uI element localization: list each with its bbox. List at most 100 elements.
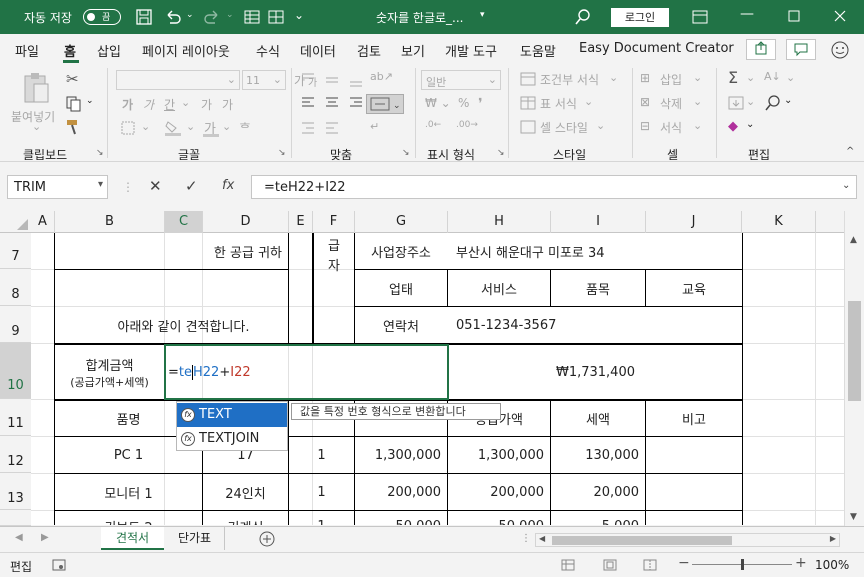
cell-g14[interactable]: 50,000 [355,516,447,526]
row-header-10[interactable]: 10 [0,343,31,399]
cell-g8[interactable]: 업태 [355,270,447,306]
scroll-down-icon[interactable]: ▼ [850,512,857,522]
column-header-b[interactable]: B [55,211,165,233]
cell-b10-total[interactable]: 합계금액 (공급가액+세액) [55,345,164,399]
copy-dropdown-icon[interactable]: ⌄ [86,96,94,106]
cut-icon[interactable]: ✂ [66,70,79,88]
cell-i8[interactable]: 품목 [551,270,645,306]
wrap-text-icon[interactable]: ↵ [370,120,379,133]
delete-cells-dropdown[interactable]: ⌄ [693,95,702,108]
column-header-g[interactable]: G [355,211,448,233]
copy-icon[interactable] [66,96,82,112]
cell-h7[interactable]: 부산시 해운대구 미포로 34 [448,233,742,269]
strikethrough-icon[interactable]: 가 [201,96,212,113]
column-header-e[interactable]: E [289,211,313,233]
qat-customize-icon[interactable]: ⌄ [294,8,304,22]
comments-button[interactable] [786,39,816,60]
horizontal-align-icons[interactable] [300,96,364,112]
font-color-dropdown-icon[interactable]: ⌄ [222,120,231,133]
ribbon-display-icon[interactable] [692,9,708,25]
column-header-f[interactable]: F [313,211,355,233]
superscript-icon[interactable]: 가 [222,96,233,113]
cell-h13[interactable]: 200,000 [448,474,550,510]
minimize-icon[interactable]: — [740,6,754,22]
clear-icon[interactable]: ◆ [728,119,738,134]
paste-icon[interactable] [22,70,52,104]
autocomplete-item-textjoin[interactable]: fx TEXTJOIN [177,427,287,451]
cell-style-label[interactable]: 셀 스타일 [540,119,588,136]
undo-dropdown-icon[interactable]: ⌄ [186,10,194,20]
conditional-format-dropdown[interactable]: ⌄ [609,71,618,84]
cell-h14[interactable]: 50,000 [448,516,550,526]
search-icon[interactable] [575,9,591,25]
tab-file[interactable]: 파일 [15,41,39,60]
tab-home[interactable]: 홈 [64,41,76,60]
autosum-dropdown[interactable]: ⌄ [746,71,755,84]
border-dropdown-icon[interactable]: ⌄ [141,120,150,133]
indent-icons[interactable] [300,120,364,136]
find-select-dropdown[interactable]: ⌄ [784,95,792,106]
row-header-12[interactable]: 12 [0,436,31,473]
row-header-11[interactable]: 11 [0,399,31,436]
format-cells-dropdown[interactable]: ⌄ [693,119,702,132]
share-button[interactable] [746,39,776,60]
undo-icon[interactable] [164,9,182,25]
zoom-out-icon[interactable]: − [678,555,690,571]
cell-h8[interactable]: 서비스 [448,270,550,306]
alignment-launcher-icon[interactable]: ↘ [402,148,410,158]
number-format-box[interactable]: 일반 ⌄ [421,70,501,90]
feedback-smiley-icon[interactable] [830,40,850,60]
sheet-tab-quote[interactable]: 견적서 [101,527,164,550]
orientation-icon[interactable]: ab↗ [370,70,393,83]
column-header-i[interactable]: I [551,211,646,233]
autocomplete-item-text[interactable]: fx TEXT [177,403,287,427]
autosave-toggle[interactable]: 끔 [83,9,121,25]
conditional-format-icon[interactable] [520,72,536,86]
fill-color-dropdown-icon[interactable]: ⌄ [186,120,195,133]
insert-cells-icon[interactable]: ⊞ [640,71,650,85]
merge-center-button[interactable]: ⌄ [366,94,404,114]
cell-b9-message[interactable]: 아래와 같이 견적합니다. [55,307,312,343]
cell-h9[interactable]: 051-1234-3567 [448,307,742,343]
title-dropdown-icon[interactable]: ▾ [480,10,485,20]
sort-filter-dropdown[interactable]: ⌄ [786,71,795,84]
tab-page-layout[interactable]: 페이지 레이아웃 [142,41,230,60]
cell-style-icon[interactable] [520,120,536,134]
format-painter-icon[interactable] [66,119,82,135]
maximize-icon[interactable] [788,10,800,22]
cell-g9[interactable]: 연락처 [355,307,447,343]
column-header-c[interactable]: C [165,211,203,233]
cell-e13[interactable]: 1 [289,474,354,510]
underline-dropdown-icon[interactable]: ⌄ [181,96,190,109]
cell-c10-editing[interactable]: = te H22 + I22 [164,344,449,400]
clear-dropdown[interactable]: ⌄ [746,119,754,130]
tab-developer[interactable]: 개발 도구 [445,41,497,60]
format-table-icon[interactable] [520,96,536,110]
select-all-button[interactable] [0,211,31,233]
macro-record-icon[interactable] [52,559,66,571]
cell-b14[interactable]: 키보드 2 [55,516,202,526]
row-header-9[interactable]: 9 [0,306,31,343]
format-table-dropdown[interactable]: ⌄ [584,95,593,108]
cell-i11-tax[interactable]: 세액 [551,401,645,436]
cell-d14[interactable]: 기계식 [203,516,288,526]
insert-function-icon[interactable]: fx [222,178,234,193]
formula-input[interactable]: =teH22+I22 [251,175,857,199]
currency-icon[interactable]: ₩ ⌄ [425,96,451,110]
cell-j8[interactable]: 교육 [646,270,742,306]
redo-dropdown-icon[interactable]: ⌄ [226,10,234,20]
tab-split-handle-icon[interactable]: ⋮ [521,533,531,544]
vertical-align-icons[interactable] [300,72,364,88]
collapse-ribbon-icon[interactable]: ^ [846,146,854,157]
cell-g12[interactable]: 1,300,000 [355,437,447,473]
cancel-formula-icon[interactable]: ✕ [149,177,162,195]
fill-icon[interactable] [728,96,744,110]
font-size-box[interactable]: 11 ⌄ [242,70,286,90]
row-header-14[interactable] [0,510,31,526]
normal-view-icon[interactable] [561,559,575,571]
tab-formulas[interactable]: 수식 [256,41,280,60]
fill-color-icon[interactable] [164,120,182,136]
cell-f7-supplier[interactable]: 급 자 [314,233,354,343]
bold-button[interactable]: 가 [122,96,133,113]
insert-cells-label[interactable]: 삽입 [660,71,682,88]
